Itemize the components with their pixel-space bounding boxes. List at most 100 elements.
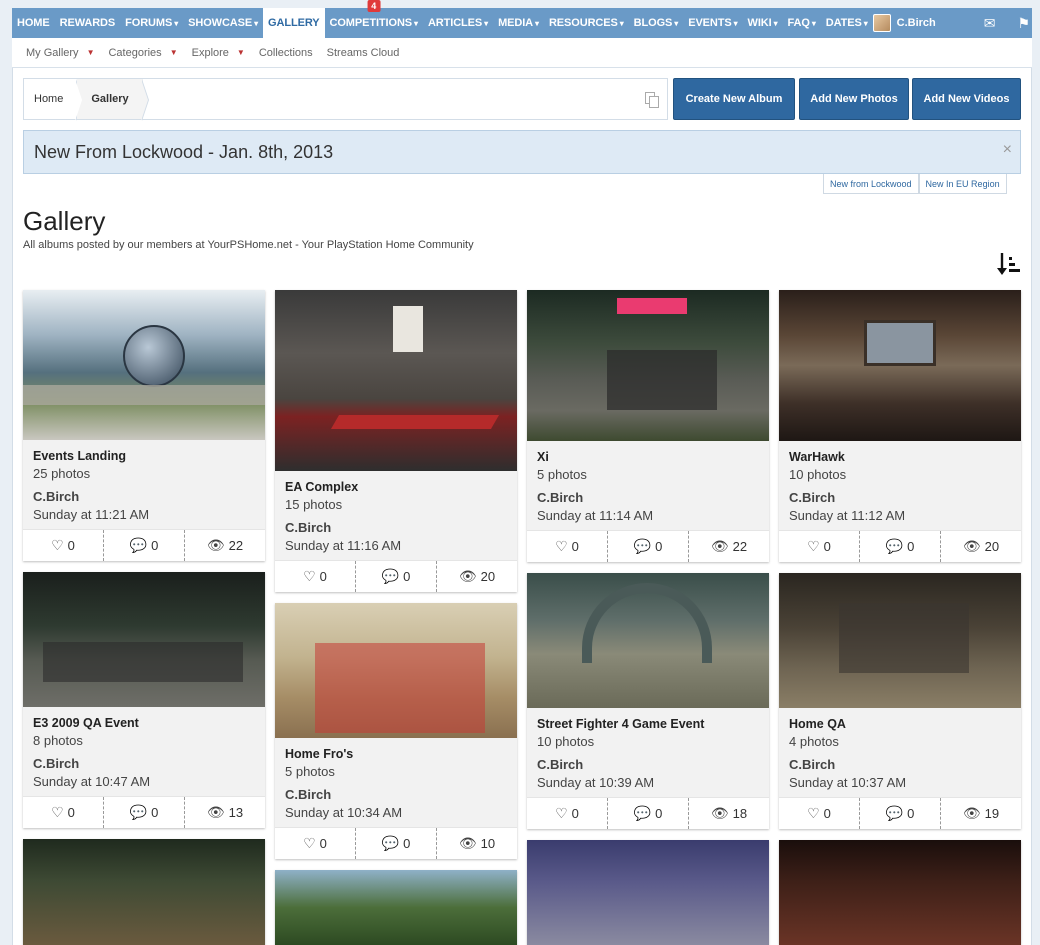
likes-count: 0 bbox=[319, 569, 327, 584]
album-title[interactable]: Street Fighter 4 Game Event bbox=[537, 715, 759, 733]
album-card[interactable]: EA Complex 15 photos C.Birch Sunday at 1… bbox=[275, 290, 517, 592]
album-thumbnail[interactable] bbox=[527, 573, 769, 708]
album-thumbnail[interactable] bbox=[779, 840, 1021, 945]
comments-stat[interactable]: 💬 0 bbox=[607, 531, 688, 562]
comments-stat[interactable]: 💬 0 bbox=[859, 798, 940, 829]
album-card[interactable]: E3 2009 QA Event 8 photos C.Birch Sunday… bbox=[23, 572, 265, 828]
likes-stat[interactable]: ♡ 0 bbox=[779, 798, 859, 829]
comments-stat[interactable]: 💬 0 bbox=[355, 828, 436, 859]
avatar[interactable] bbox=[872, 14, 891, 32]
nav-dates[interactable]: DATES ▾ bbox=[821, 8, 873, 38]
comments-stat[interactable]: 💬 0 bbox=[355, 561, 436, 592]
comments-count: 0 bbox=[907, 539, 915, 554]
album-owner[interactable]: C.Birch bbox=[537, 756, 759, 774]
nav-events[interactable]: EVENTS ▾ bbox=[683, 8, 742, 38]
comments-stat[interactable]: 💬 0 bbox=[103, 530, 184, 561]
envelope-icon[interactable]: ✉ bbox=[984, 16, 996, 30]
album-card[interactable] bbox=[779, 840, 1021, 945]
create-album-button[interactable]: Create New Album bbox=[673, 78, 795, 120]
nav-competitions[interactable]: 4 COMPETITIONS ▾ bbox=[325, 0, 423, 38]
album-title[interactable]: Home QA bbox=[789, 715, 1011, 733]
nav-blogs[interactable]: BLOGS ▾ bbox=[629, 8, 684, 38]
chevron-down-icon: ▼ bbox=[169, 48, 178, 57]
close-icon[interactable]: × bbox=[1003, 141, 1012, 159]
album-thumbnail[interactable] bbox=[527, 290, 769, 441]
nav-wiki-label: WIKI bbox=[747, 17, 772, 29]
flag-icon[interactable]: ⚑ bbox=[1018, 16, 1031, 30]
subnav-my-gallery[interactable]: My Gallery ▼ bbox=[26, 47, 94, 59]
album-title[interactable]: Events Landing bbox=[33, 447, 255, 465]
album-thumbnail[interactable] bbox=[275, 870, 517, 945]
album-owner[interactable]: C.Birch bbox=[33, 488, 255, 506]
album-title[interactable]: EA Complex bbox=[285, 478, 507, 496]
breadcrumb-home[interactable]: Home bbox=[24, 79, 84, 121]
nav-articles[interactable]: ARTICLES ▾ bbox=[423, 8, 493, 38]
nav-username[interactable]: C.Birch bbox=[897, 17, 936, 29]
eye-icon: 👁 bbox=[458, 835, 477, 851]
album-card[interactable]: Home Fro's 5 photos C.Birch Sunday at 10… bbox=[275, 603, 517, 859]
album-title[interactable]: E3 2009 QA Event bbox=[33, 714, 255, 732]
album-thumbnail[interactable] bbox=[275, 603, 517, 738]
nav-media[interactable]: MEDIA ▾ bbox=[493, 8, 544, 38]
nav-user-area: C.Birch ✉ ⚑ bbox=[872, 8, 1040, 38]
nav-home[interactable]: HOME bbox=[12, 8, 55, 38]
breadcrumb-gallery[interactable]: Gallery bbox=[77, 79, 149, 121]
comments-count: 0 bbox=[403, 569, 411, 584]
album-thumbnail[interactable] bbox=[23, 572, 265, 707]
subnav-categories[interactable]: Categories ▼ bbox=[108, 47, 177, 59]
nav-wiki[interactable]: WIKI ▾ bbox=[743, 8, 783, 38]
nav-gallery[interactable]: GALLERY bbox=[263, 8, 325, 38]
likes-stat[interactable]: ♡ 0 bbox=[275, 561, 355, 592]
album-card[interactable]: Events Landing 25 photos C.Birch Sunday … bbox=[23, 290, 265, 561]
album-card[interactable]: WarHawk 10 photos C.Birch Sunday at 11:1… bbox=[779, 290, 1021, 562]
album-owner[interactable]: C.Birch bbox=[789, 756, 1011, 774]
album-card[interactable] bbox=[23, 839, 265, 945]
likes-stat[interactable]: ♡ 0 bbox=[23, 797, 103, 828]
copy-icon[interactable] bbox=[645, 92, 659, 108]
album-owner[interactable]: C.Birch bbox=[285, 519, 507, 537]
likes-stat[interactable]: ♡ 0 bbox=[23, 530, 103, 561]
likes-stat[interactable]: ♡ 0 bbox=[527, 798, 607, 829]
album-card[interactable] bbox=[527, 840, 769, 945]
add-photos-button[interactable]: Add New Photos bbox=[799, 78, 909, 120]
comments-stat[interactable]: 💬 0 bbox=[103, 797, 184, 828]
album-title[interactable]: Home Fro's bbox=[285, 745, 507, 763]
album-thumbnail[interactable] bbox=[779, 290, 1021, 441]
likes-stat[interactable]: ♡ 0 bbox=[527, 531, 607, 562]
nav-rewards[interactable]: REWARDS bbox=[55, 8, 121, 38]
album-thumbnail[interactable] bbox=[23, 290, 265, 440]
notice-tab-lockwood[interactable]: New from Lockwood bbox=[823, 174, 919, 194]
main-navbar: HOME REWARDS FORUMS ▾ SHOWCASE ▾ GALLERY 4… bbox=[12, 0, 1032, 38]
likes-count: 0 bbox=[571, 806, 579, 821]
likes-stat[interactable]: ♡ 0 bbox=[779, 531, 859, 562]
notice-tab-eu[interactable]: New In EU Region bbox=[918, 174, 1007, 194]
album-card[interactable] bbox=[275, 870, 517, 945]
album-thumbnail[interactable] bbox=[23, 839, 265, 945]
album-card[interactable]: Street Fighter 4 Game Event 10 photos C.… bbox=[527, 573, 769, 829]
chevron-down-icon: ▾ bbox=[733, 18, 738, 28]
subnav-collections[interactable]: Collections bbox=[259, 47, 313, 59]
album-thumbnail[interactable] bbox=[527, 840, 769, 945]
likes-stat[interactable]: ♡ 0 bbox=[275, 828, 355, 859]
comments-stat[interactable]: 💬 0 bbox=[859, 531, 940, 562]
comment-icon: 💬 bbox=[129, 804, 148, 820]
album-thumbnail[interactable] bbox=[275, 290, 517, 471]
nav-resources[interactable]: RESOURCES ▾ bbox=[544, 8, 629, 38]
album-card[interactable]: Xi 5 photos C.Birch Sunday at 11:14 AM ♡… bbox=[527, 290, 769, 562]
album-title[interactable]: WarHawk bbox=[789, 448, 1011, 466]
nav-faq[interactable]: FAQ ▾ bbox=[783, 8, 821, 38]
sort-icon[interactable] bbox=[996, 252, 1022, 276]
album-owner[interactable]: C.Birch bbox=[285, 786, 507, 804]
subnav-explore[interactable]: Explore ▼ bbox=[192, 47, 245, 59]
add-videos-button[interactable]: Add New Videos bbox=[912, 78, 1021, 120]
album-title[interactable]: Xi bbox=[537, 448, 759, 466]
nav-forums[interactable]: FORUMS ▾ bbox=[120, 8, 183, 38]
comments-stat[interactable]: 💬 0 bbox=[607, 798, 688, 829]
album-thumbnail[interactable] bbox=[779, 573, 1021, 708]
subnav-streams-cloud[interactable]: Streams Cloud bbox=[327, 47, 400, 59]
album-card[interactable]: Home QA 4 photos C.Birch Sunday at 10:37… bbox=[779, 573, 1021, 829]
nav-showcase[interactable]: SHOWCASE ▾ bbox=[183, 8, 263, 38]
album-owner[interactable]: C.Birch bbox=[33, 755, 255, 773]
album-owner[interactable]: C.Birch bbox=[789, 489, 1011, 507]
album-owner[interactable]: C.Birch bbox=[537, 489, 759, 507]
